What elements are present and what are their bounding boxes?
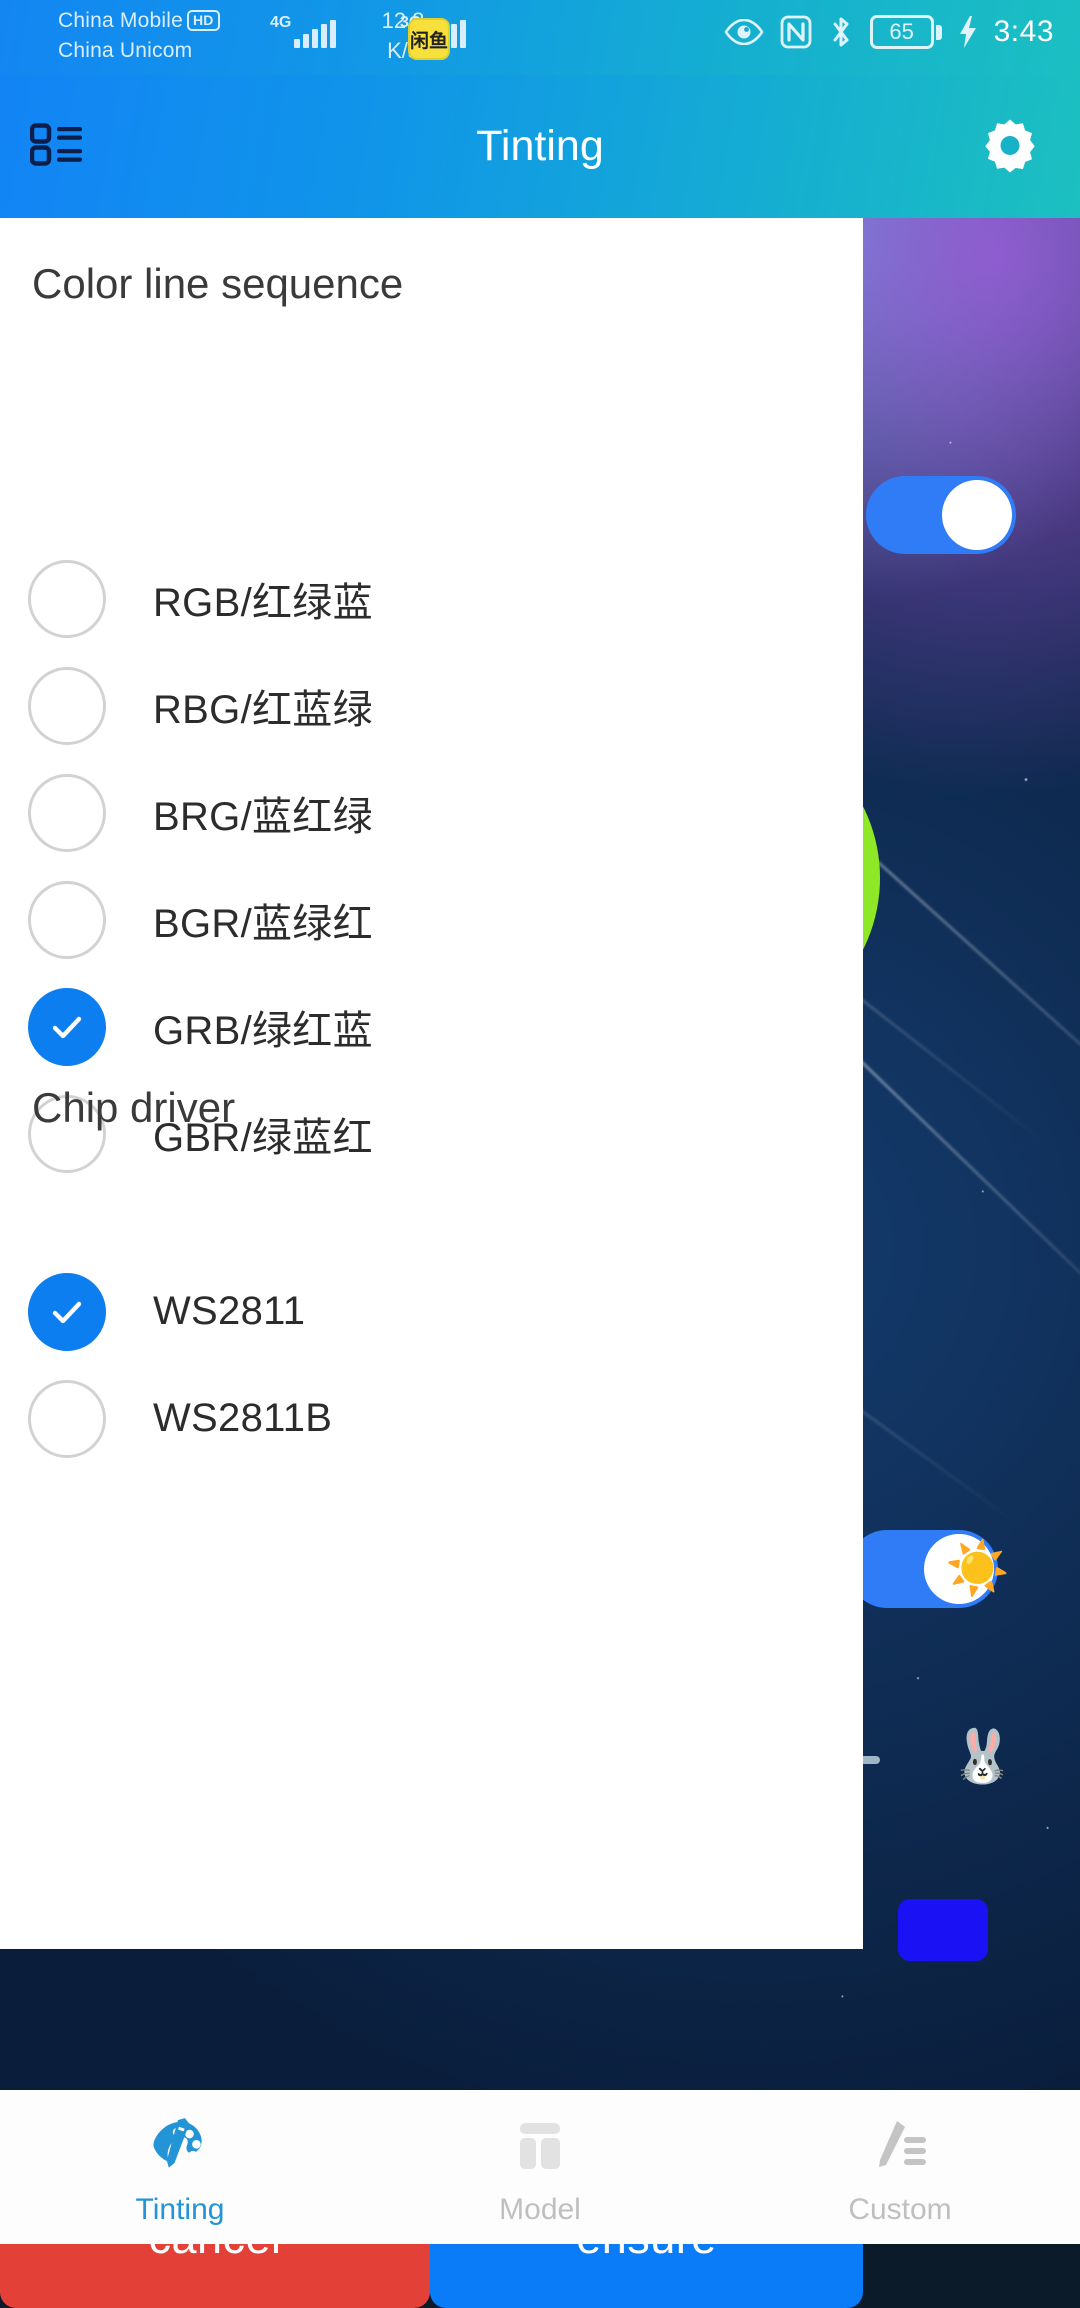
radio-chip-1[interactable] (28, 1379, 106, 1458)
signal-bars-icon (294, 20, 336, 48)
nfc-icon (780, 15, 812, 49)
option-label-chip-0: WS2811 (153, 1289, 306, 1333)
status-clock: 3:43 (993, 15, 1054, 48)
color-sequence-section-title: Color line sequence (32, 260, 404, 307)
option-row-color-0[interactable]: RGB/红绿蓝 (0, 545, 863, 652)
chip-driver-section-title: Chip driver (32, 1084, 236, 1131)
chip-driver-option-list: WS2811 WS2811B (0, 1258, 863, 1472)
settings-dialog-panel: Color line sequence RGB/红绿蓝 RBG/红蓝绿 BRG/蓝红… (0, 218, 863, 2308)
option-row-color-4[interactable]: GRB/绿红蓝 (0, 973, 863, 1080)
blue-color-swatch[interactable] (898, 1899, 988, 1961)
eye-protect-icon (724, 19, 764, 45)
bottom-navigation-bar: Tinting Model Custom (0, 2090, 1080, 2244)
nav-label-tinting: Tinting (135, 2193, 225, 2226)
app-notification-badge[interactable]: 闲鱼 (408, 18, 450, 60)
radio-color-4[interactable] (28, 987, 106, 1066)
palette-brush-icon (149, 2113, 211, 2179)
layout-template-icon (511, 2113, 569, 2179)
nav-item-model[interactable]: Model (360, 2090, 720, 2244)
carrier-labels: China Mobile HD China Unicom (58, 6, 220, 66)
page-title: Tinting (476, 122, 604, 170)
gear-icon[interactable] (982, 116, 1038, 177)
bluetooth-icon (828, 14, 854, 50)
hd-badge: HD (186, 10, 220, 31)
pencil-lines-icon (871, 2113, 929, 2179)
carrier-secondary: China Unicom (58, 39, 193, 62)
background-toggle-switch[interactable] (866, 476, 1016, 554)
option-row-chip-1[interactable]: WS2811B (0, 1365, 863, 1472)
option-label-color-3: BGR/蓝绿红 (153, 901, 373, 946)
charging-bolt-icon (958, 15, 978, 49)
option-label-color-2: BRG/蓝红绿 (153, 794, 373, 839)
radio-color-2[interactable] (28, 773, 106, 852)
status-bar: China MobileHD China Unicom 4G 3G 12.8 K… (0, 0, 1080, 75)
carrier-primary: China Mobile (58, 9, 183, 32)
nav-item-custom[interactable]: Custom (720, 2090, 1080, 2244)
toggle-knob (942, 480, 1012, 550)
nav-label-custom: Custom (848, 2193, 952, 2226)
nav-label-model: Model (499, 2193, 581, 2226)
radio-color-1[interactable] (28, 666, 106, 745)
option-label-color-4: GRB/绿红蓝 (153, 1008, 373, 1053)
battery-tip (935, 24, 942, 40)
battery-icon: 65 (869, 15, 942, 49)
option-label-color-1: RBG/红蓝绿 (153, 687, 373, 732)
option-row-color-2[interactable]: BRG/蓝红绿 (0, 759, 863, 866)
battery-percent: 65 (869, 15, 934, 49)
option-row-color-1[interactable]: RBG/红蓝绿 (0, 652, 863, 759)
system-icons: 65 3:43 (724, 14, 1054, 50)
network-type-label: 4G (270, 14, 292, 31)
option-label-color-0: RGB/红绿蓝 (153, 580, 373, 625)
option-row-color-3[interactable]: BGR/蓝绿红 (0, 866, 863, 973)
nav-item-tinting[interactable]: Tinting (0, 2090, 360, 2244)
radio-chip-0[interactable] (28, 1272, 106, 1351)
option-row-chip-0[interactable]: WS2811 (0, 1258, 863, 1365)
sun-icon: ☀️ (945, 1540, 1010, 1598)
rabbit-icon: 🐰 (950, 1728, 1015, 1786)
option-label-chip-1: WS2811B (153, 1396, 333, 1440)
radio-color-3[interactable] (28, 880, 106, 959)
radio-color-0[interactable] (28, 559, 106, 638)
app-bar: Tinting (0, 75, 1080, 218)
